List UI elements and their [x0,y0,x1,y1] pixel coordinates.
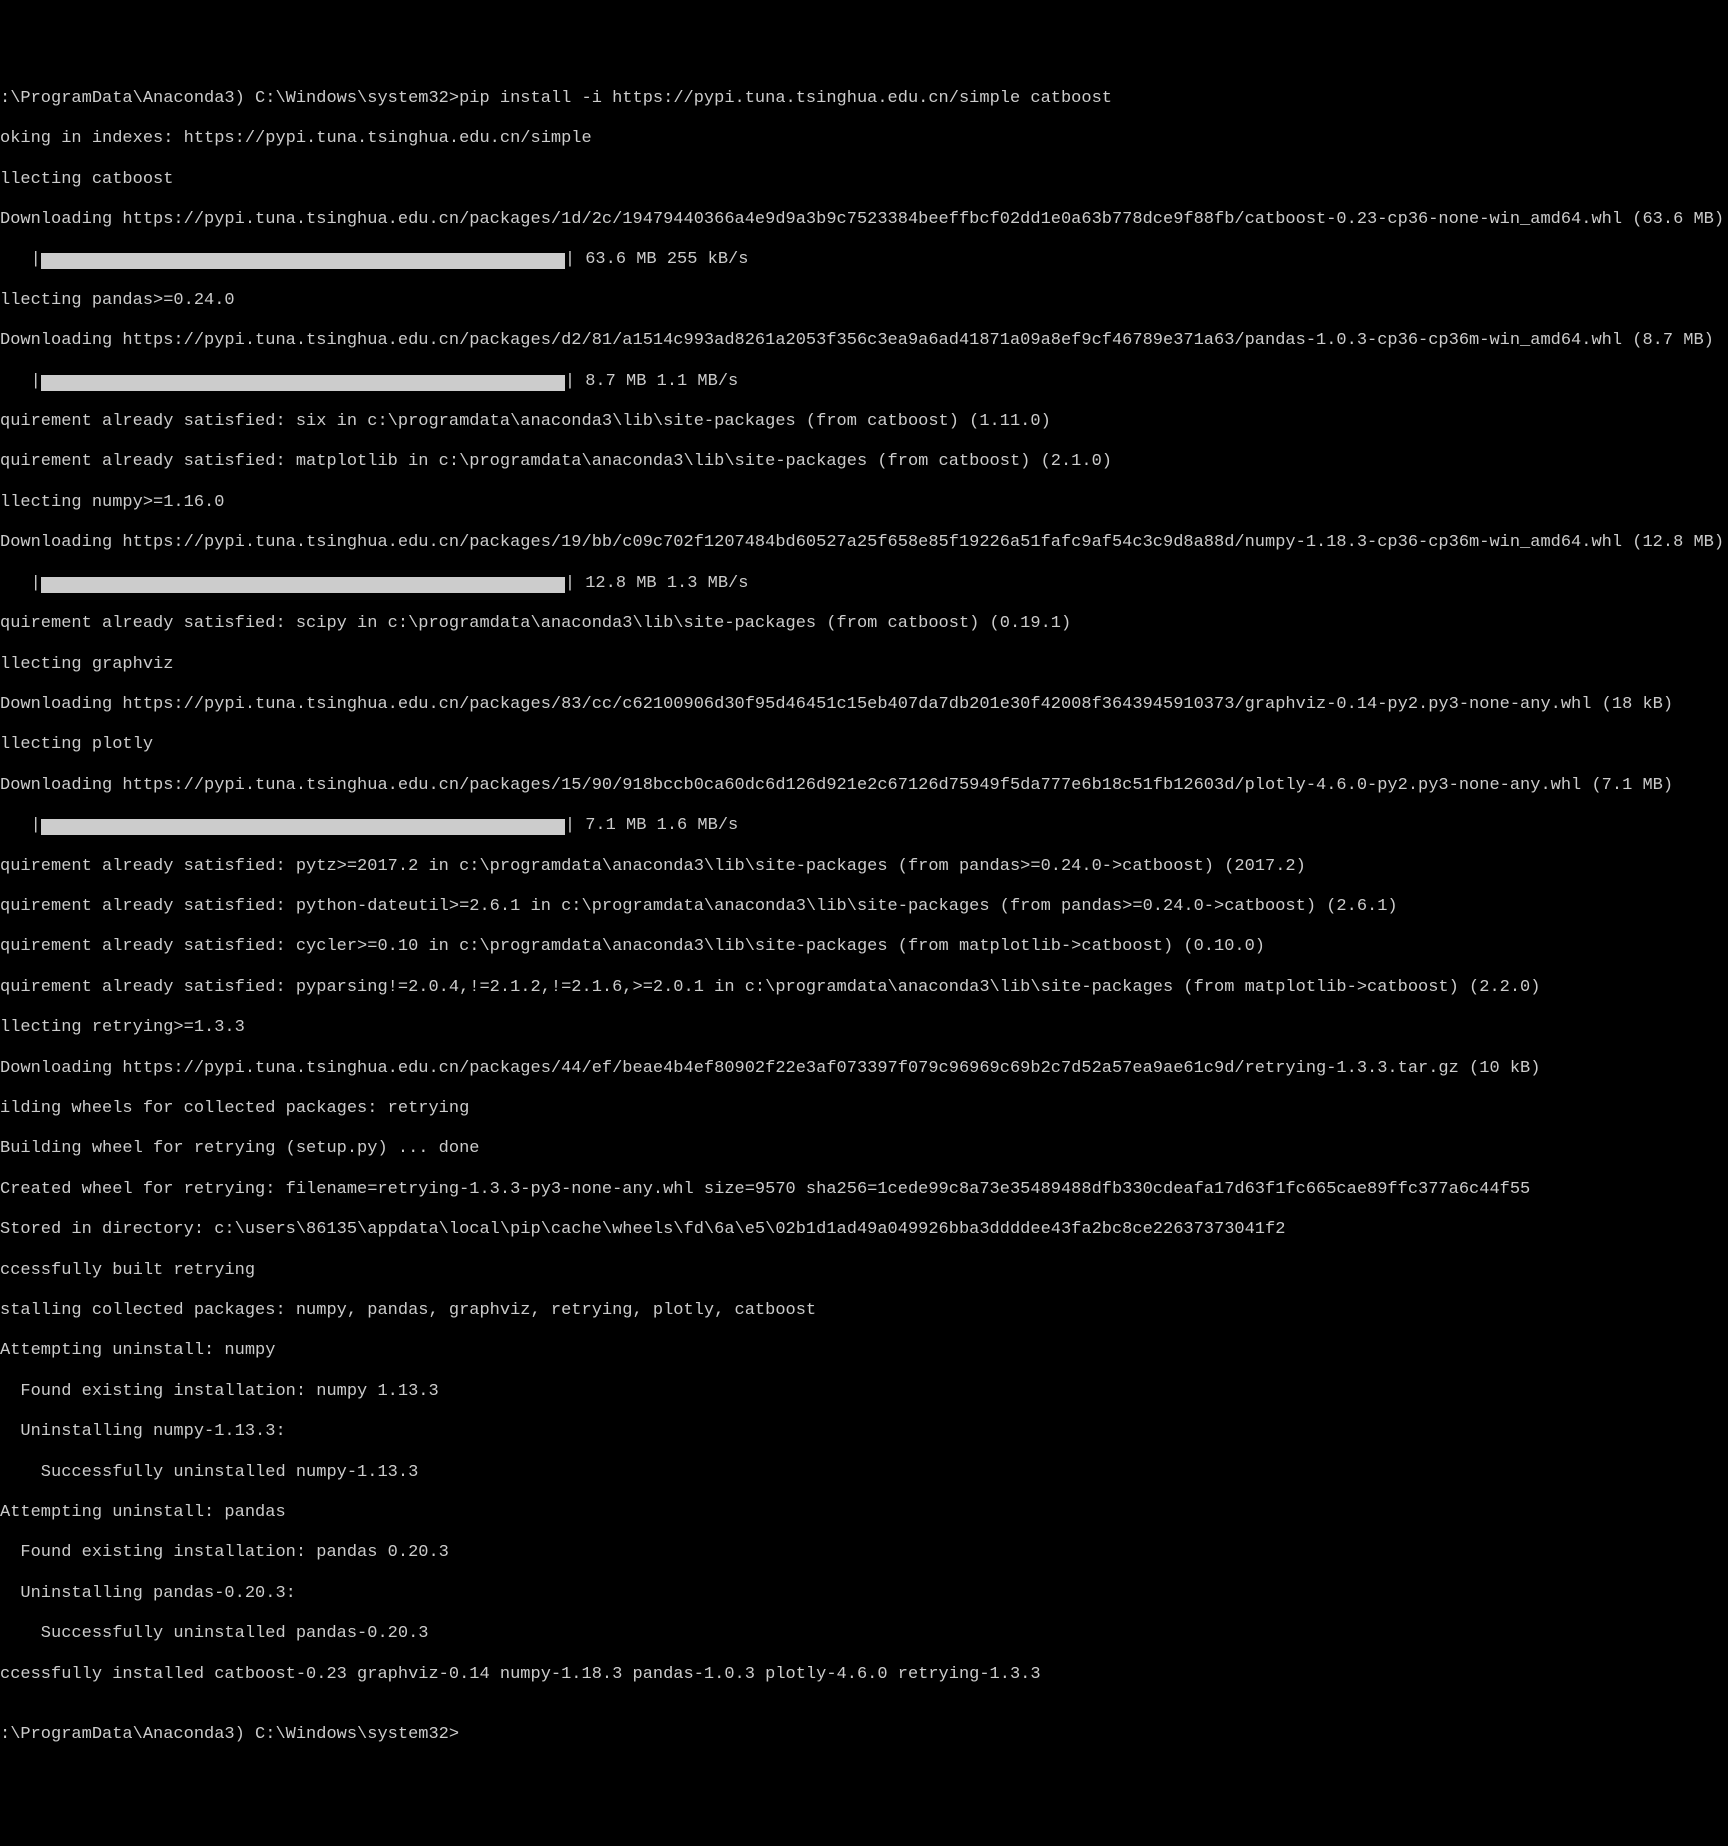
progress-info: | 8.7 MB 1.1 MB/s [565,372,738,391]
output-line: Found existing installation: numpy 1.13.… [0,1382,1728,1402]
output-line: Downloading https://pypi.tuna.tsinghua.e… [0,210,1728,230]
output-line: ilding wheels for collected packages: re… [0,1099,1728,1119]
output-line: quirement already satisfied: python-date… [0,897,1728,917]
progress-info: | 12.8 MB 1.3 MB/s [565,574,749,593]
env-path: :\ProgramData\Anaconda3) C:\Windows\syst… [0,89,459,108]
progress-info: | 7.1 MB 1.6 MB/s [565,816,738,835]
output-line: oking in indexes: https://pypi.tuna.tsin… [0,129,1728,149]
output-line: llecting plotly [0,735,1728,755]
progress-line: || 7.1 MB 1.6 MB/s [0,816,1728,836]
output-line: Downloading https://pypi.tuna.tsinghua.e… [0,776,1728,796]
output-line: llecting pandas>=0.24.0 [0,291,1728,311]
output-line: Successfully uninstalled pandas-0.20.3 [0,1624,1728,1644]
progress-bar [41,375,565,391]
progress-bar [41,819,565,835]
output-line: Stored in directory: c:\users\86135\appd… [0,1220,1728,1240]
output-line: stalling collected packages: numpy, pand… [0,1301,1728,1321]
progress-line: || 12.8 MB 1.3 MB/s [0,574,1728,594]
prompt-line: :\ProgramData\Anaconda3) C:\Windows\syst… [0,89,1728,109]
output-line: Uninstalling pandas-0.20.3: [0,1584,1728,1604]
output-line: quirement already satisfied: six in c:\p… [0,412,1728,432]
output-line: Found existing installation: pandas 0.20… [0,1543,1728,1563]
progress-info: | 63.6 MB 255 kB/s [565,250,749,269]
output-line: Downloading https://pypi.tuna.tsinghua.e… [0,533,1728,553]
output-line: quirement already satisfied: scipy in c:… [0,614,1728,634]
progress-line: || 63.6 MB 255 kB/s [0,250,1728,270]
command-text: pip install -i https://pypi.tuna.tsinghu… [459,89,1112,108]
prompt-line[interactable]: :\ProgramData\Anaconda3) C:\Windows\syst… [0,1725,1728,1745]
progress-line: || 8.7 MB 1.1 MB/s [0,372,1728,392]
output-line: quirement already satisfied: pytz>=2017.… [0,857,1728,877]
output-line: Attempting uninstall: pandas [0,1503,1728,1523]
output-line: llecting graphviz [0,655,1728,675]
output-line: Downloading https://pypi.tuna.tsinghua.e… [0,1059,1728,1079]
output-line: quirement already satisfied: pyparsing!=… [0,978,1728,998]
env-path: :\ProgramData\Anaconda3) C:\Windows\syst… [0,1725,459,1744]
output-line: llecting numpy>=1.16.0 [0,493,1728,513]
output-line: Uninstalling numpy-1.13.3: [0,1422,1728,1442]
output-line: ccessfully installed catboost-0.23 graph… [0,1665,1728,1685]
output-line: Downloading https://pypi.tuna.tsinghua.e… [0,695,1728,715]
output-line: Successfully uninstalled numpy-1.13.3 [0,1463,1728,1483]
output-line: Created wheel for retrying: filename=ret… [0,1180,1728,1200]
output-line: llecting retrying>=1.3.3 [0,1018,1728,1038]
output-line: Downloading https://pypi.tuna.tsinghua.e… [0,331,1728,351]
output-line: quirement already satisfied: cycler>=0.1… [0,937,1728,957]
progress-bar [41,253,565,269]
output-line: Building wheel for retrying (setup.py) .… [0,1139,1728,1159]
output-line: Attempting uninstall: numpy [0,1341,1728,1361]
progress-bar [41,577,565,593]
output-line: ccessfully built retrying [0,1261,1728,1281]
output-line: llecting catboost [0,170,1728,190]
output-line: quirement already satisfied: matplotlib … [0,452,1728,472]
